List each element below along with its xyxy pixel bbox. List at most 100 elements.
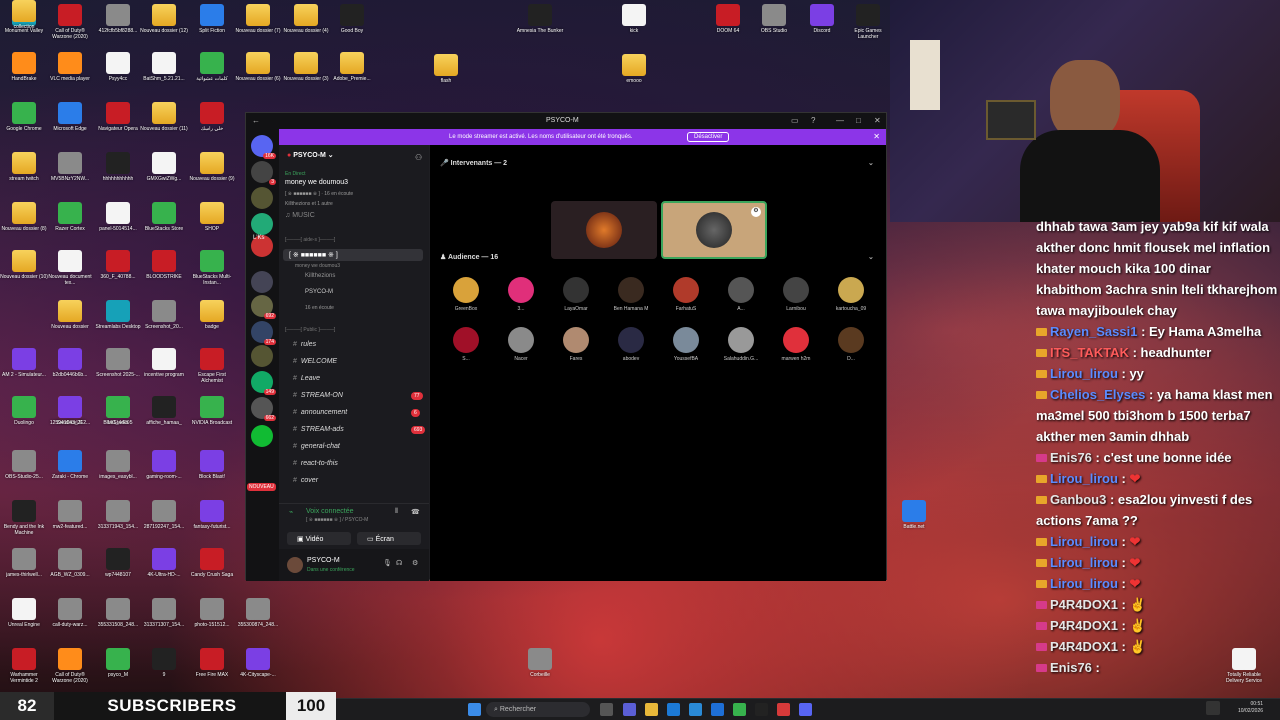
start-icon[interactable]	[468, 703, 481, 716]
audience-member[interactable]: LayaOmar	[556, 277, 596, 312]
desktop-icon[interactable]: b2db0446b6b...	[46, 348, 94, 378]
new-badge[interactable]: NOUVEAU	[247, 483, 276, 491]
desktop-icon[interactable]: GMXGwiZWg...	[140, 152, 188, 182]
server-icon[interactable]: 692	[251, 295, 276, 319]
mail-icon[interactable]	[711, 703, 724, 716]
desktop-icon[interactable]: كلمات عشوائية	[188, 52, 236, 82]
desktop-icon[interactable]: Block Blast!	[188, 450, 236, 480]
voice-connected-label[interactable]: Voix connectée	[306, 508, 353, 515]
store-icon[interactable]	[667, 703, 680, 716]
chat-username[interactable]: ITS_TAKTAK	[1050, 345, 1129, 360]
server-label[interactable]: L'Ks	[253, 235, 264, 241]
desktop-icon[interactable]: affiche_hamaa_	[140, 396, 188, 426]
chat-username[interactable]: P4R4DOX1	[1050, 639, 1118, 654]
server-icon[interactable]: 174	[251, 321, 276, 345]
desktop-icon[interactable]: Navigateur Opera	[94, 102, 142, 132]
desktop-icon[interactable]: 355300874_248...	[234, 598, 282, 628]
desktop-icon[interactable]: Psyy4cc	[94, 52, 142, 82]
user-name[interactable]: PSYCO-M	[307, 557, 340, 564]
desktop-icon[interactable]: 125941043_212...	[46, 396, 94, 426]
event-name[interactable]: money we doumou3	[285, 179, 348, 186]
server-icon[interactable]: 662	[251, 397, 276, 421]
desktop-icon[interactable]: SHOP	[188, 202, 236, 232]
desktop-icon[interactable]: 287192247_154...	[140, 500, 188, 530]
chat-username[interactable]: Lirou_lirou	[1050, 471, 1118, 486]
clock[interactable]: 00:51 10/02/2026	[1238, 701, 1263, 715]
desktop-icon[interactable]: hhhhhhhhhhh	[94, 152, 142, 182]
desktop-icon[interactable]: 4K-Ultra-HD-...	[140, 548, 188, 578]
server-icon[interactable]: 16K	[251, 135, 276, 159]
add-member-icon[interactable]: ⚇	[415, 153, 422, 162]
speaker-tile-1[interactable]	[551, 201, 657, 259]
desktop-icon[interactable]: james-thirlwell...	[0, 548, 48, 578]
desktop-icon[interactable]: Screenshot 2025-...	[94, 348, 142, 378]
desktop-icon[interactable]: Nouveau dossier (6)	[234, 52, 282, 82]
audience-member[interactable]: kartoucha_09	[831, 277, 871, 312]
category-public[interactable]: [────[ Public ]────]	[285, 327, 335, 333]
desktop-icon[interactable]: BLOODSTRIKE	[140, 250, 188, 280]
desktop-icon[interactable]: BlueStacks 5	[94, 396, 142, 426]
desktop-icon[interactable]: Call of Duty® Warzone (2020)	[46, 4, 94, 40]
desktop-icon[interactable]: Candy Crush Saga	[188, 548, 236, 578]
desktop-icon[interactable]: emooo	[610, 54, 658, 84]
desktop-icon[interactable]: MV5BNzY2NW...	[46, 152, 94, 182]
desktop-icon[interactable]: Bendy and the Ink Machine	[0, 500, 48, 536]
desktop-icon[interactable]: Warhammer Vermintide 2	[0, 648, 48, 684]
desktop-icon[interactable]: OBS Studio	[750, 4, 798, 34]
minimize-icon[interactable]: —	[836, 116, 844, 125]
audience-member[interactable]: Fares	[556, 327, 596, 362]
desktop-icon[interactable]: خلي راسك	[188, 102, 236, 132]
server-icon[interactable]: 149	[251, 371, 276, 395]
desktop-icon[interactable]: 313371943_154...	[94, 500, 142, 530]
audience-member[interactable]: D...	[831, 327, 871, 362]
desktop-icon[interactable]: Discord	[798, 4, 846, 34]
desktop-icon[interactable]: images_easybl...	[94, 450, 142, 480]
chat-username[interactable]: Lirou_lirou	[1050, 534, 1118, 549]
desktop-icon[interactable]: VLC media player	[46, 52, 94, 82]
desktop-icon[interactable]: stream twitch	[0, 152, 48, 182]
opera-icon[interactable]	[777, 703, 790, 716]
category-aide[interactable]: [────[ aide-s ]────]	[285, 237, 335, 243]
desktop-icon[interactable]: Amnesia The Bunker	[516, 4, 564, 34]
headset-icon[interactable]: ☊	[396, 559, 402, 567]
desktop-icon[interactable]: Nouveau dossier	[46, 300, 94, 330]
channel-item[interactable]: # STREAM-ads	[293, 426, 344, 433]
desktop-icon[interactable]: wp7448107	[94, 548, 142, 578]
audience-section[interactable]: ♟ Audience — 16	[440, 253, 498, 261]
chat-username[interactable]: Enis76	[1050, 450, 1092, 465]
desktop-icon[interactable]: Nouveau dossier (9)	[188, 152, 236, 182]
desktop-icon[interactable]: Zaraki - Chrome	[46, 450, 94, 480]
server-icon[interactable]	[251, 213, 273, 235]
desktop-icon[interactable]: Razer Cortex	[46, 202, 94, 232]
discord-task-icon[interactable]	[799, 703, 812, 716]
close-banner-icon[interactable]: ✕	[873, 132, 880, 141]
desktop-icon[interactable]: panel-5014514...	[94, 202, 142, 232]
speakers-collapse-icon[interactable]: ⌄	[868, 159, 874, 167]
audience-member[interactable]: Nacer	[501, 327, 541, 362]
channel-item[interactable]: # react-to-this	[293, 460, 338, 467]
desktop-icon[interactable]: Streamlabs Desktop	[94, 300, 142, 330]
server-icon[interactable]	[251, 271, 273, 293]
desktop-icon[interactable]: fantasy-futurist...	[188, 500, 236, 530]
disable-streamer-button[interactable]: Désactiver	[687, 132, 730, 142]
audience-member[interactable]: S...	[446, 327, 486, 362]
audience-member[interactable]: 3...	[501, 277, 541, 312]
disconnect-icon[interactable]: ☎	[411, 508, 420, 516]
audience-member[interactable]: abodev	[611, 327, 651, 362]
channel-item[interactable]: # WELCOME	[293, 358, 337, 365]
channel-item[interactable]: # announcement	[293, 409, 347, 416]
audience-member[interactable]: FarhatuS	[666, 277, 706, 312]
desktop-icon[interactable]: DOOM 64	[704, 4, 752, 34]
desktop-icon[interactable]: collection	[0, 0, 48, 30]
desktop-icon[interactable]: Nouveau dossier (8)	[0, 202, 48, 232]
desktop-icon[interactable]: Duolingo	[0, 396, 48, 426]
audience-member[interactable]: Ben Hamana M	[611, 277, 651, 312]
teams-icon[interactable]	[623, 703, 636, 716]
desktop-icon[interactable]: Unreal Engine	[0, 598, 48, 628]
avatar[interactable]	[287, 557, 303, 573]
close-icon[interactable]: ✕	[874, 116, 881, 125]
audience-member[interactable]: Salahuddin.G...	[721, 327, 761, 362]
desktop-icon[interactable]: Call of Duty® Warzone (2020)	[46, 648, 94, 684]
screen-share-button[interactable]: ▭ Écran	[357, 532, 421, 545]
desktop-icon[interactable]: 313371307_154...	[140, 598, 188, 628]
